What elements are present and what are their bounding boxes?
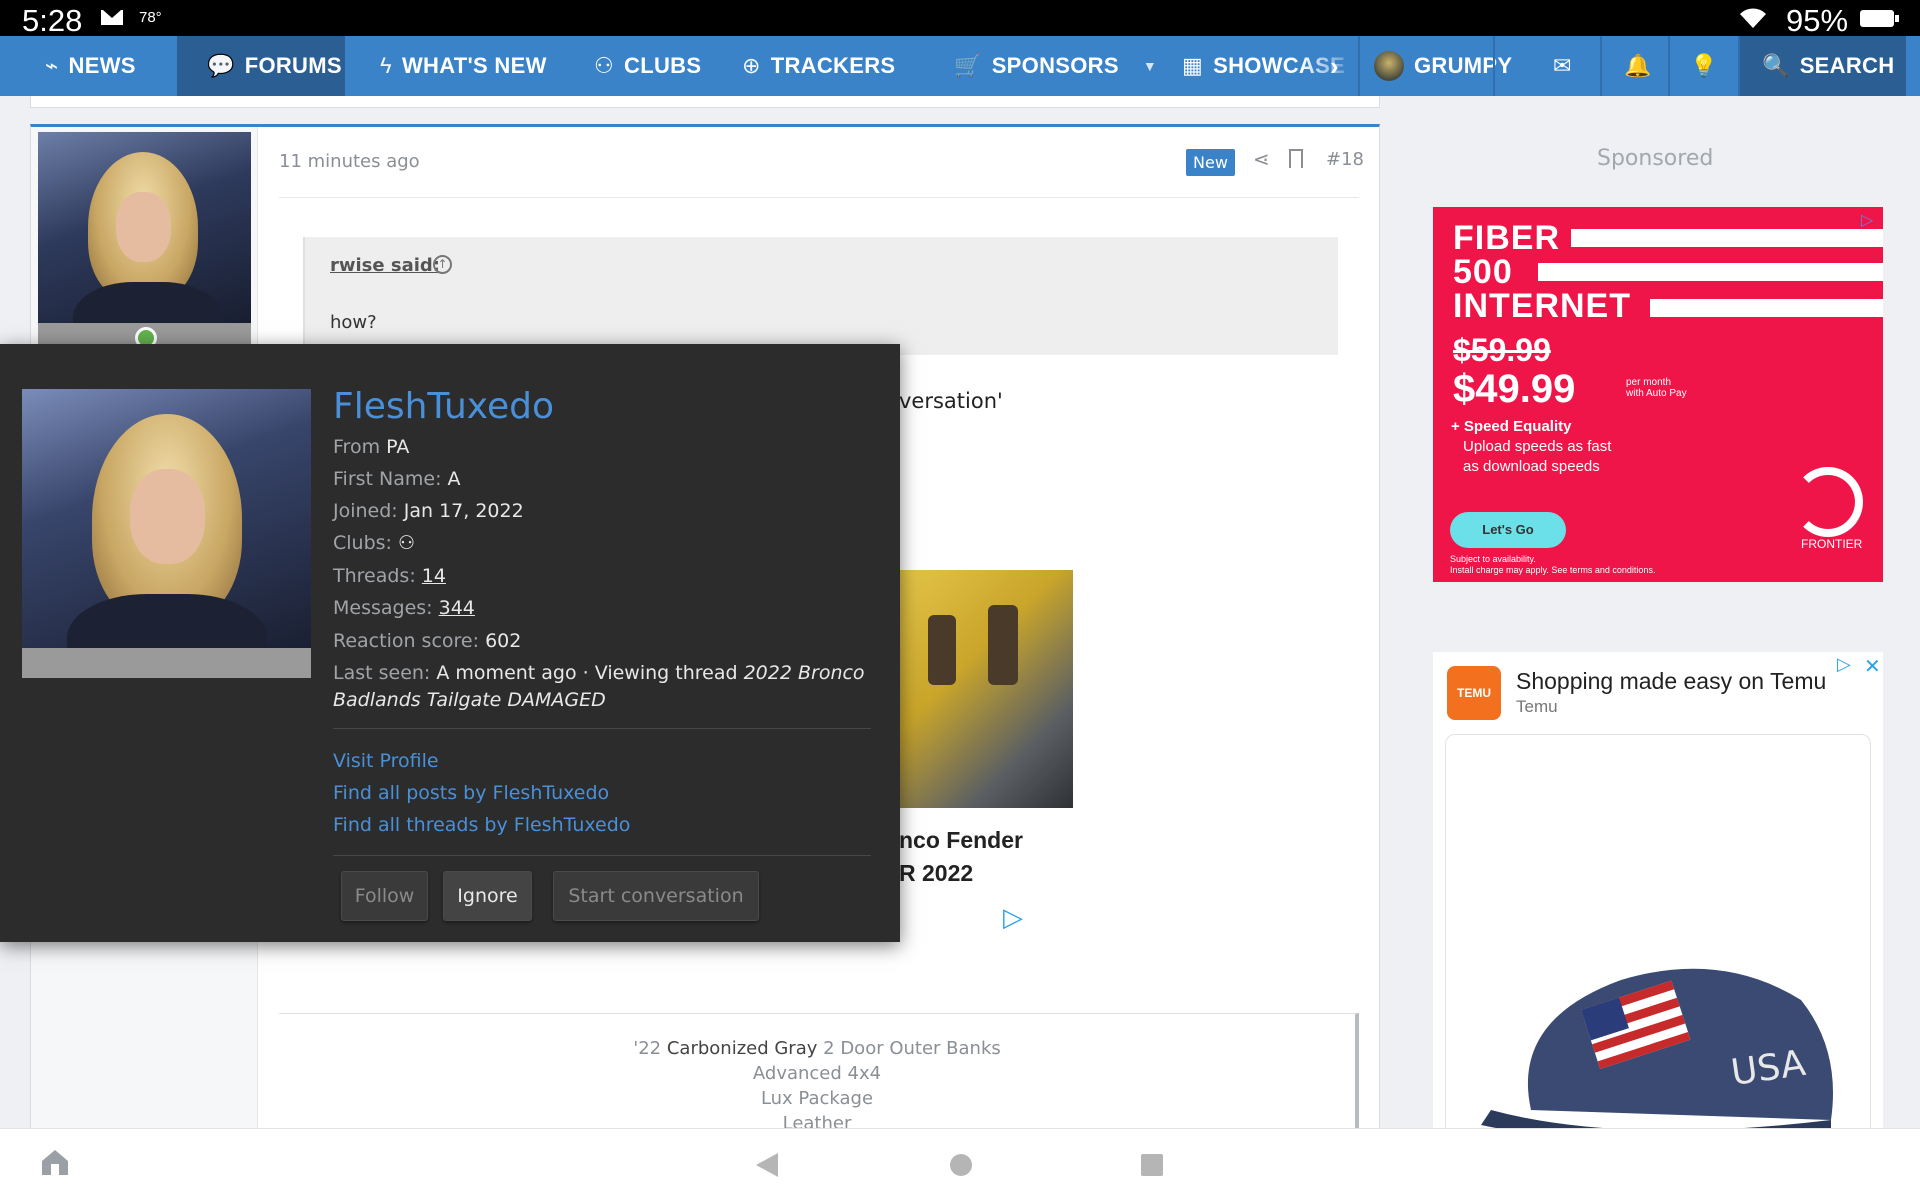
post-body-text: versation' bbox=[899, 389, 1003, 413]
visit-profile-link[interactable]: Visit Profile bbox=[333, 750, 439, 772]
nav-search[interactable]: 🔍 SEARCH bbox=[1740, 36, 1906, 96]
member-tooltip-popup: FleshTuxedo From PA First Name: A Joined… bbox=[0, 344, 900, 942]
member-threads: Threads: 14 bbox=[333, 565, 446, 587]
member-reaction-score: Reaction score: 602 bbox=[333, 630, 522, 652]
temu-ad[interactable]: TEMU Shopping made easy on Temu Temu ▷ ✕… bbox=[1433, 652, 1883, 1134]
lets-go-button[interactable]: Let's Go bbox=[1450, 512, 1566, 548]
ad-subtitle: Temu bbox=[1516, 697, 1558, 716]
home-icon[interactable] bbox=[950, 1154, 972, 1176]
battery-icon bbox=[1860, 10, 1899, 27]
adchoices-icon[interactable]: ▷ bbox=[1861, 210, 1873, 230]
mail-notification-icon bbox=[101, 10, 123, 25]
wifi-icon bbox=[1740, 8, 1766, 28]
temu-logo: TEMU bbox=[1447, 666, 1501, 720]
inbox-icon[interactable]: ✉ bbox=[1553, 36, 1572, 96]
member-last-seen: Last seen: A moment ago · Viewing thread… bbox=[333, 662, 865, 711]
quote-author[interactable]: rwise said: bbox=[330, 255, 440, 276]
post-author-avatar[interactable] bbox=[38, 132, 251, 345]
frontier-ad[interactable]: ▷ FIBER 500 INTERNET $59.99 $49.99 per m… bbox=[1433, 207, 1883, 582]
nav-user-grumpy[interactable]: GRUMPY bbox=[1374, 36, 1512, 96]
frontier-logo-icon bbox=[1793, 467, 1863, 537]
find-posts-link[interactable]: Find all posts by FleshTuxedo bbox=[333, 782, 609, 804]
ad-title[interactable]: Shopping made easy on Temu bbox=[1516, 668, 1826, 695]
search-icon: 🔍 bbox=[1762, 53, 1790, 78]
main-nav: ⌁ NEWS 💬 FORUMS ϟ WHAT'S NEW ⚇ CLUBS ⊕ TRACKE… bbox=[0, 36, 1920, 96]
home-app-icon[interactable] bbox=[38, 1145, 72, 1179]
table-icon: ▦ bbox=[1182, 53, 1204, 78]
baseball-cap-image: USA bbox=[1481, 968, 1833, 1133]
news-icon: ⌁ bbox=[45, 53, 59, 78]
clubs-icon: ⚇ bbox=[594, 53, 615, 78]
member-messages: Messages: 344 bbox=[333, 597, 475, 619]
nav-clubs[interactable]: ⚇ CLUBS bbox=[594, 36, 701, 96]
member-from: From PA bbox=[333, 436, 410, 458]
adchoices-icon[interactable]: ▷ bbox=[1003, 903, 1023, 933]
start-conversation-button[interactable]: Start conversation bbox=[553, 871, 759, 921]
sponsored-label: Sponsored bbox=[1597, 146, 1714, 171]
forums-icon: 💬 bbox=[207, 53, 235, 78]
nav-news[interactable]: ⌁ NEWS bbox=[45, 36, 136, 96]
ignore-button[interactable]: Ignore bbox=[443, 871, 532, 921]
bolt-icon: ϟ bbox=[380, 53, 392, 78]
quote-block: rwise said: ↑ how? bbox=[303, 237, 1338, 355]
globe-icon: ⊕ bbox=[742, 53, 761, 78]
member-avatar[interactable] bbox=[22, 389, 311, 678]
related-thread-title[interactable]: nco Fender R 2022 bbox=[899, 824, 1023, 890]
find-threads-link[interactable]: Find all threads by FleshTuxedo bbox=[333, 814, 630, 836]
member-first-name: First Name: A bbox=[333, 468, 461, 490]
lightbulb-icon[interactable]: 💡 bbox=[1690, 36, 1718, 96]
nav-forums[interactable]: 💬 FORUMS bbox=[177, 36, 345, 96]
battery-percent: 95% bbox=[1786, 3, 1849, 38]
status-time: 5:28 bbox=[22, 3, 83, 38]
related-thread-thumbnail[interactable] bbox=[893, 570, 1073, 808]
nav-scroll-right-icon[interactable]: › bbox=[1330, 36, 1339, 96]
quote-text: how? bbox=[330, 312, 377, 333]
bookmark-icon[interactable] bbox=[1289, 149, 1303, 168]
nav-sponsors[interactable]: 🛒 SPONSORS ▼ bbox=[954, 36, 1157, 96]
clubs-icon[interactable]: ⚇ bbox=[398, 532, 415, 554]
chevron-down-icon: ▼ bbox=[1142, 58, 1157, 74]
member-joined: Joined: Jan 17, 2022 bbox=[333, 500, 524, 522]
nav-whats-new[interactable]: ϟ WHAT'S NEW bbox=[380, 36, 547, 96]
member-clubs: Clubs: ⚇ bbox=[333, 532, 416, 554]
share-icon[interactable]: ⋖ bbox=[1253, 147, 1270, 171]
nav-trackers[interactable]: ⊕ TRACKERS bbox=[742, 36, 895, 96]
status-temperature: 78° bbox=[139, 9, 162, 26]
back-icon[interactable] bbox=[756, 1153, 778, 1177]
system-nav-bar bbox=[0, 1128, 1920, 1200]
arrow-up-icon[interactable]: ↑ bbox=[433, 255, 452, 274]
avatar bbox=[1374, 51, 1404, 81]
follow-button[interactable]: Follow bbox=[341, 871, 428, 921]
bell-icon[interactable]: 🔔 bbox=[1624, 36, 1652, 96]
cart-icon: 🛒 bbox=[954, 53, 982, 78]
post-time[interactable]: 11 minutes ago bbox=[279, 151, 420, 172]
member-username[interactable]: FleshTuxedo bbox=[333, 386, 554, 427]
status-bar: 5:28 78° 95% bbox=[0, 0, 1920, 38]
ad-product-image[interactable]: USA bbox=[1445, 734, 1871, 1134]
new-badge: New bbox=[1186, 149, 1235, 176]
post-number[interactable]: #18 bbox=[1326, 149, 1364, 170]
adchoices-icon[interactable]: ▷ bbox=[1837, 654, 1851, 675]
close-icon[interactable]: ✕ bbox=[1864, 654, 1881, 678]
signature: '22 Carbonized Gray 2 Door Outer Banks A… bbox=[279, 1013, 1359, 1137]
recent-apps-icon[interactable] bbox=[1141, 1154, 1163, 1176]
